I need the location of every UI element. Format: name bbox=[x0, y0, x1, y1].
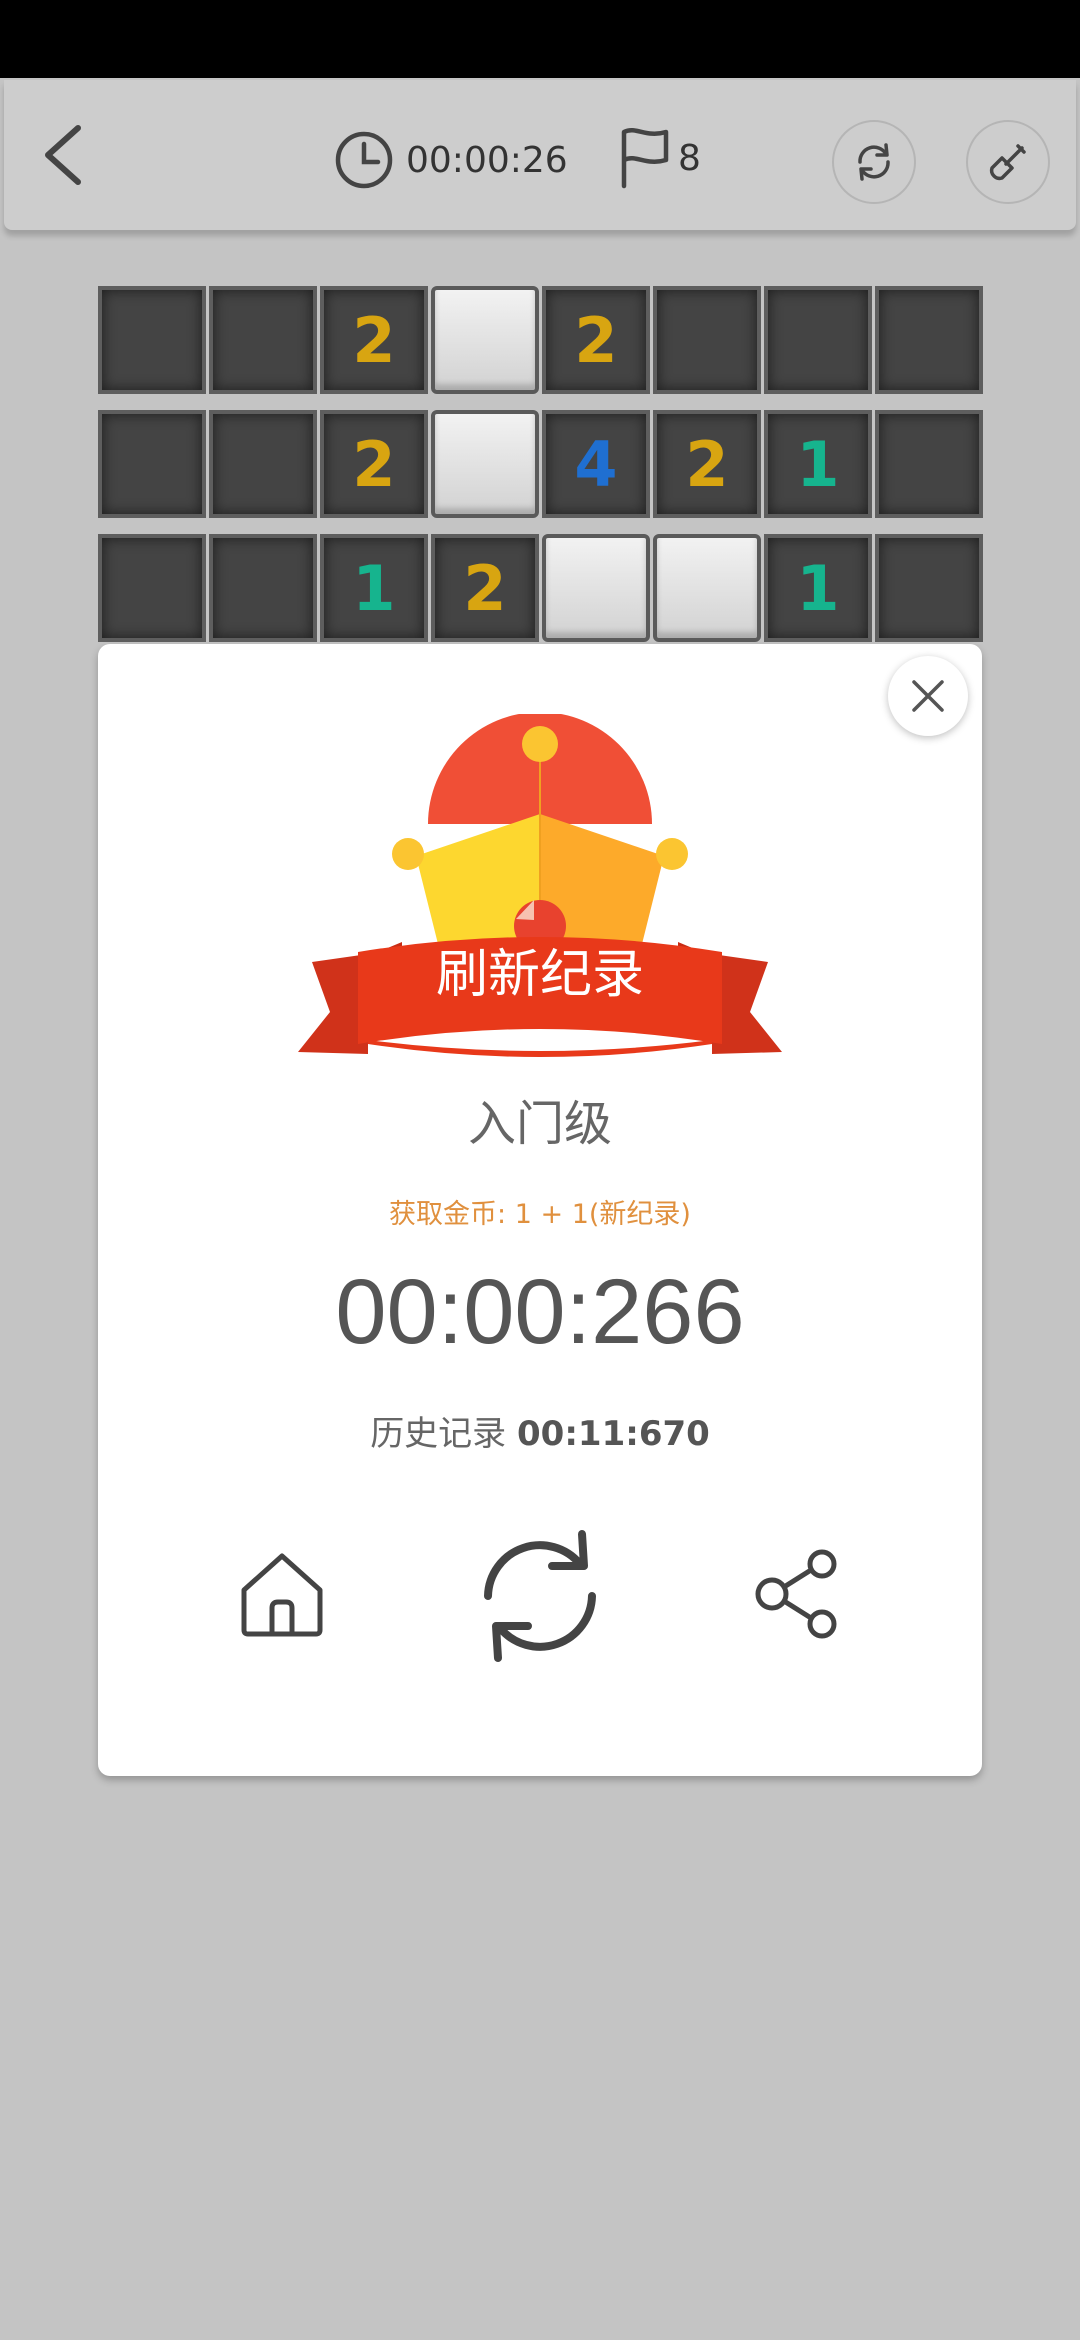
banner-title: 刷新纪录 bbox=[435, 945, 644, 1005]
flag-counter: 8 bbox=[616, 126, 701, 190]
cell-number[interactable]: 1 bbox=[764, 410, 872, 518]
replay-icon bbox=[484, 1530, 596, 1662]
shovel-button[interactable] bbox=[966, 120, 1050, 204]
back-arrow-icon bbox=[45, 125, 81, 185]
cell-number[interactable]: 1 bbox=[320, 534, 428, 642]
share-button[interactable] bbox=[738, 1534, 858, 1654]
cell-hidden[interactable] bbox=[209, 410, 317, 518]
cell-hidden[interactable] bbox=[875, 286, 983, 394]
cell-open[interactable] bbox=[431, 286, 539, 394]
record-dialog: 刷新纪录 入门级 获取金币: 1 + 1(新纪录) 00:00:266 历史记录… bbox=[98, 644, 982, 1776]
cell-number[interactable]: 1 bbox=[764, 534, 872, 642]
refresh-icon bbox=[858, 143, 890, 181]
status-bar bbox=[0, 0, 1080, 78]
top-bar: 00:00:26 8 bbox=[4, 80, 1076, 230]
finish-time: 00:00:266 bbox=[335, 1261, 745, 1363]
cell-hidden[interactable] bbox=[98, 534, 206, 642]
timer-value: 00:00:26 bbox=[406, 139, 568, 181]
home-button[interactable] bbox=[222, 1534, 342, 1654]
flag-count: 8 bbox=[678, 137, 701, 179]
cell-open[interactable] bbox=[653, 534, 761, 642]
back-button[interactable] bbox=[34, 120, 94, 190]
history-label: 历史记录 bbox=[370, 1414, 507, 1454]
cell-number[interactable]: 2 bbox=[320, 286, 428, 394]
cell-open[interactable] bbox=[431, 410, 539, 518]
cell-hidden[interactable] bbox=[98, 286, 206, 394]
history-record: 历史记录 00:11:670 bbox=[98, 1406, 982, 1455]
close-icon bbox=[912, 680, 944, 712]
home-icon bbox=[241, 1553, 323, 1637]
cell-number[interactable]: 2 bbox=[320, 410, 428, 518]
history-value: 00:11:670 bbox=[517, 1414, 710, 1454]
coins-earned: 获取金币: 1 + 1(新纪录) bbox=[389, 1199, 691, 1230]
cell-hidden[interactable] bbox=[98, 410, 206, 518]
cell-number[interactable]: 2 bbox=[542, 286, 650, 394]
cell-number[interactable]: 2 bbox=[431, 534, 539, 642]
flag-icon bbox=[621, 128, 669, 189]
cell-number[interactable]: 2 bbox=[653, 410, 761, 518]
cell-hidden[interactable] bbox=[875, 534, 983, 642]
cell-hidden[interactable] bbox=[764, 286, 872, 394]
cell-hidden[interactable] bbox=[209, 286, 317, 394]
cell-number[interactable]: 4 bbox=[542, 410, 650, 518]
cell-hidden[interactable] bbox=[209, 534, 317, 642]
share-icon bbox=[755, 1549, 837, 1639]
clock-icon bbox=[335, 131, 393, 189]
shovel-icon bbox=[989, 144, 1026, 181]
replay-button[interactable] bbox=[468, 1524, 612, 1668]
cell-hidden[interactable] bbox=[875, 410, 983, 518]
cell-open[interactable] bbox=[542, 534, 650, 642]
close-button[interactable] bbox=[888, 656, 968, 736]
restart-button[interactable] bbox=[832, 120, 916, 204]
cell-hidden[interactable] bbox=[653, 286, 761, 394]
game-timer: 00:00:26 bbox=[334, 128, 568, 192]
difficulty-level: 入门级 bbox=[467, 1096, 612, 1152]
